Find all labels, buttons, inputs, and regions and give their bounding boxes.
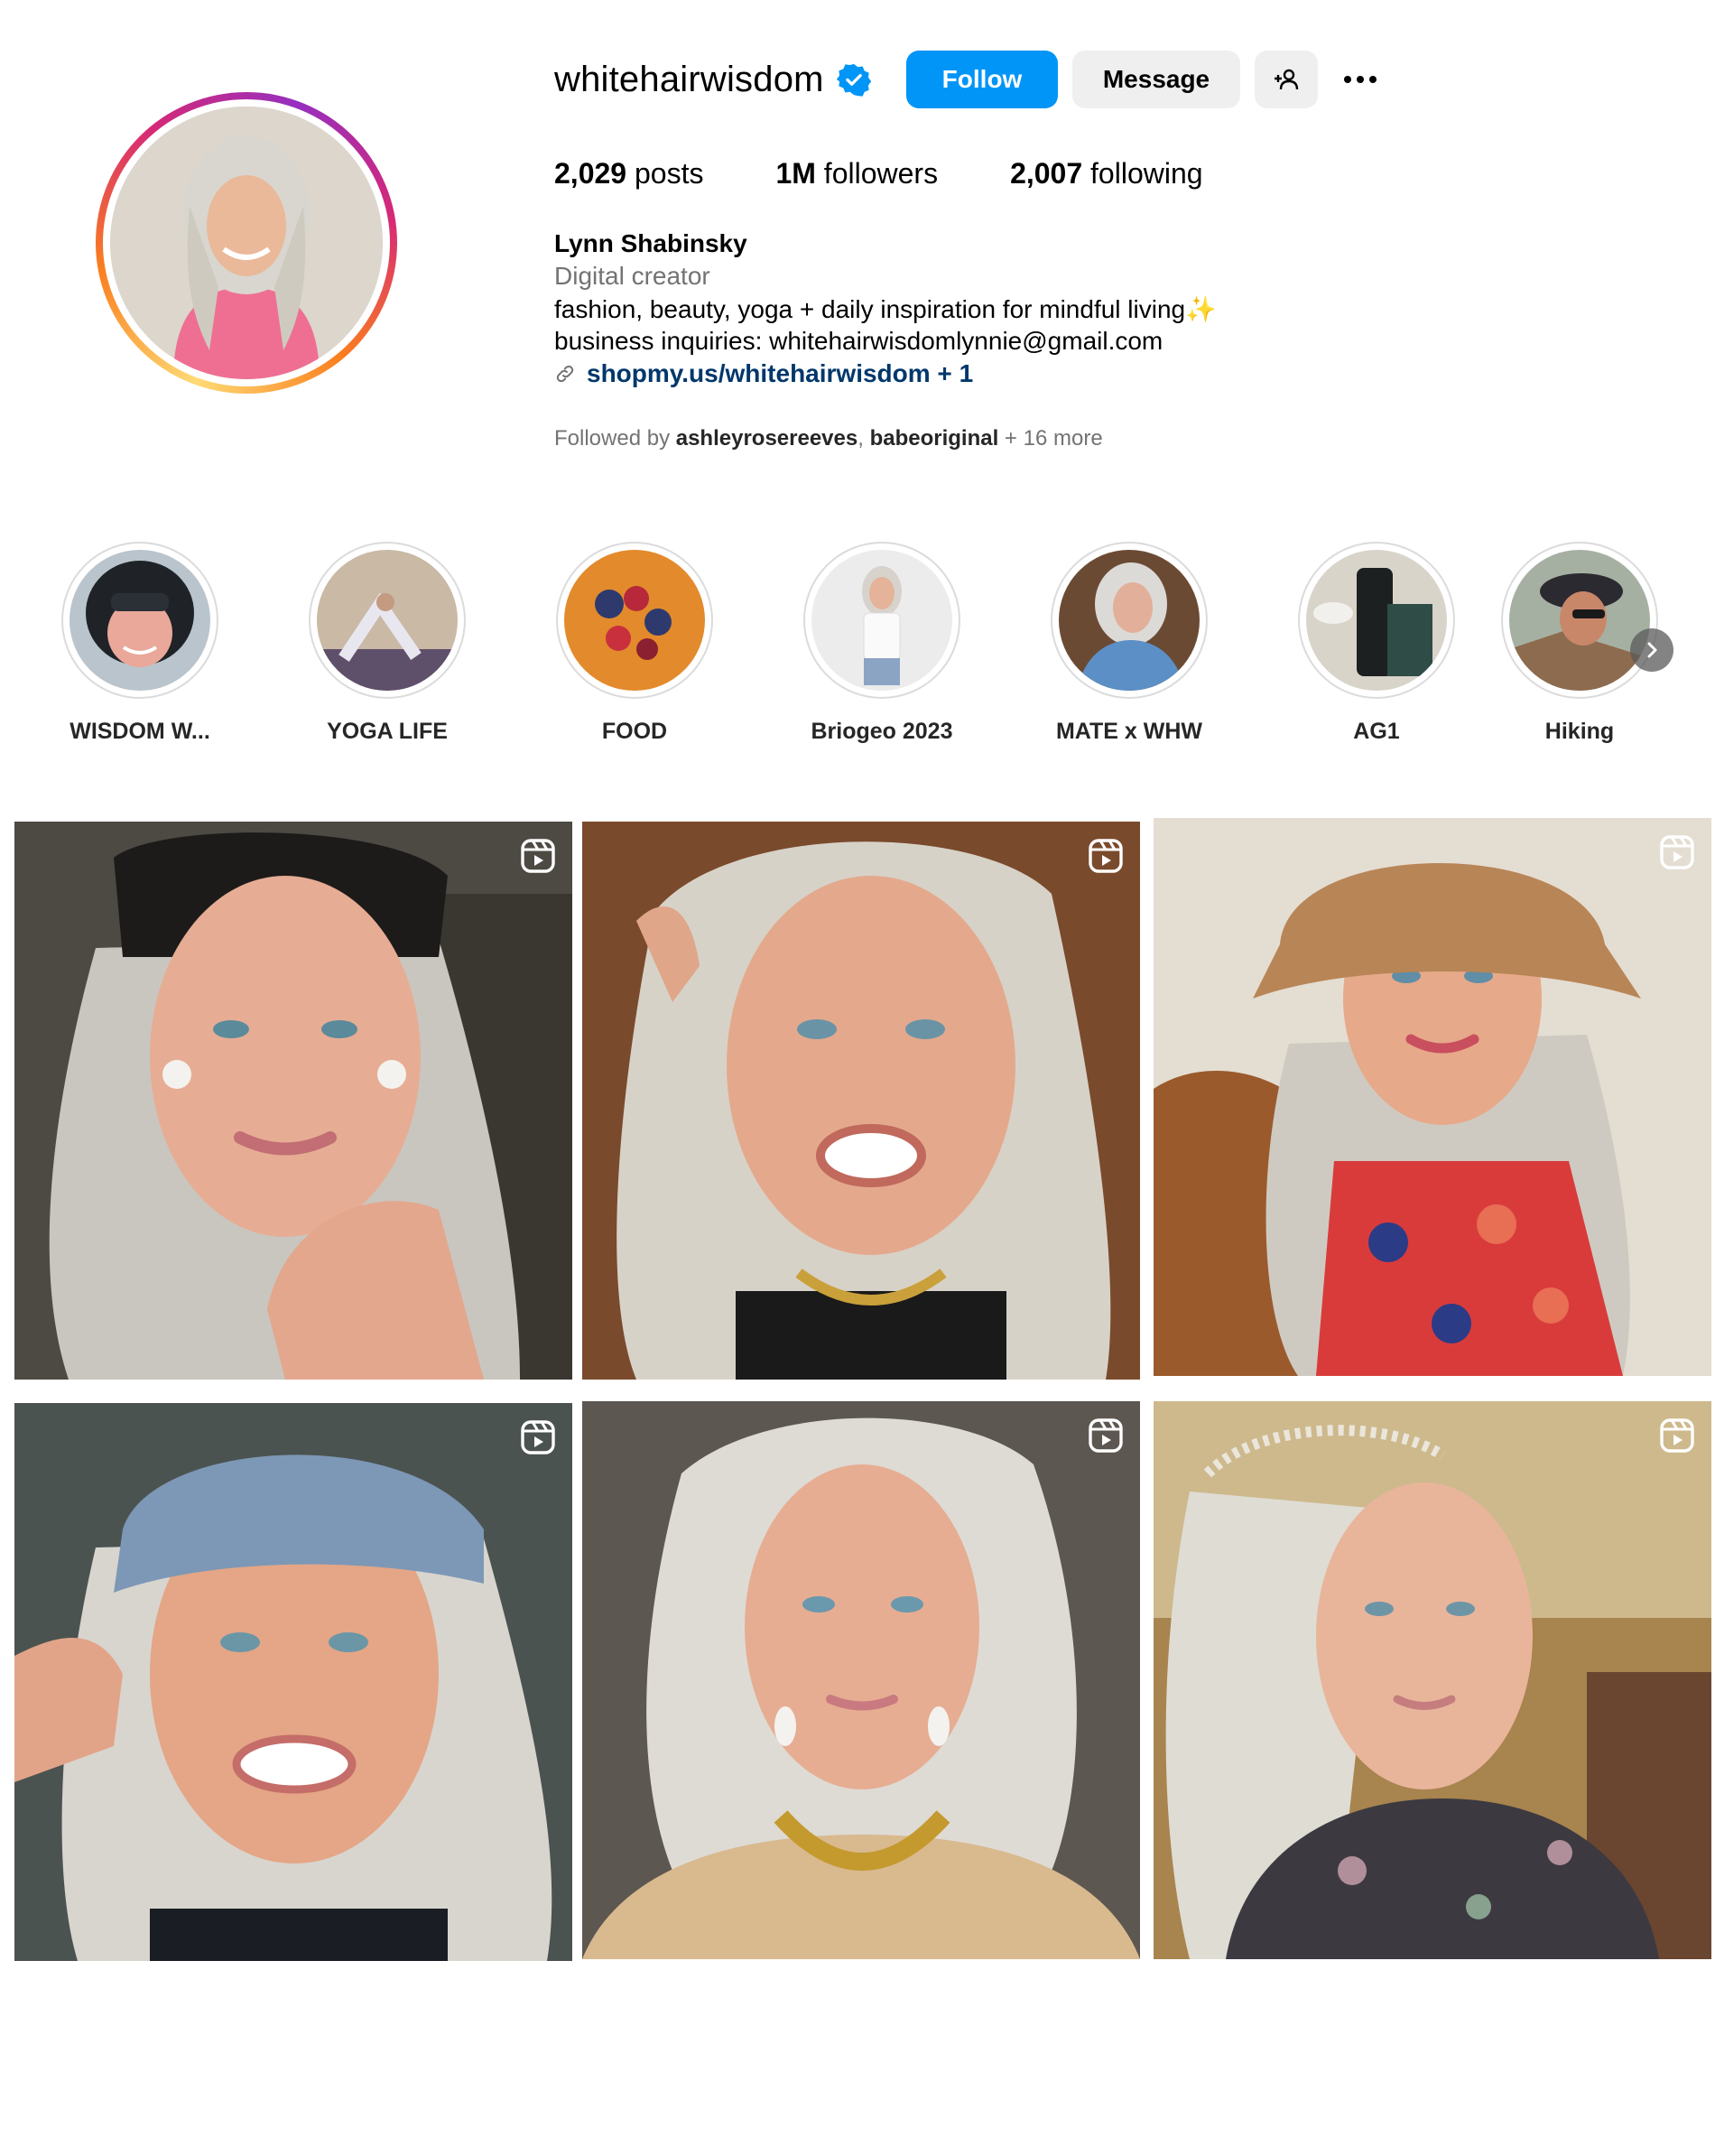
link-text: shopmy.us/whitehairwisdom + 1 [587,359,974,387]
full-name: Lynn Shabinsky [554,229,747,257]
highlight-label: WISDOM W... [70,719,210,744]
highlight-ring [803,542,960,699]
highlight-label: FOOD [601,719,668,744]
add-person-icon [1275,69,1299,90]
post-image [1154,818,1711,1376]
highlight-item[interactable]: WISDOM W... [36,542,244,745]
posts-count: 2,029 [554,157,627,190]
highlight-label: AG1 [1353,719,1400,744]
post-image [14,822,572,1380]
post-tile[interactable] [14,1403,572,1961]
follow-button[interactable]: Follow [906,51,1058,108]
highlight-ring [1298,542,1455,699]
reel-icon [1089,839,1123,873]
followers-stat[interactable]: 1M followers [775,157,938,191]
followed-by-separator: , [858,426,870,451]
highlight-ring [61,542,218,699]
profile-stats: 2,029 posts 1M followers 2,007 following [554,157,1275,191]
highlights-next-button[interactable] [1630,628,1673,672]
highlight-cover [564,550,705,691]
posts-label: posts [626,157,704,190]
highlight-label: Hiking [1544,719,1615,744]
post-tile[interactable] [1154,818,1711,1376]
post-image [1154,1401,1711,1959]
following-stat[interactable]: 2,007 following [1010,157,1202,191]
highlight-cover [1059,550,1200,691]
bio-line-1: fashion, beauty, yoga + daily inspiratio… [554,295,1217,323]
reel-icon [1660,835,1694,869]
highlight-cover [1306,550,1447,691]
followed-by-user: ashleyrosereeves [675,426,858,451]
category-label: Digital creator [554,262,710,290]
followed-by-prefix: Followed by [554,426,676,451]
followed-by[interactable]: Followed by ashleyrosereeves, babeorigin… [554,426,1103,451]
chevron-right-icon [1647,642,1657,658]
avatar [110,107,383,379]
avatar-border [103,99,390,386]
highlight-item[interactable]: AG1 [1273,542,1480,745]
reel-icon [1089,1418,1123,1453]
highlight-ring [1501,542,1658,699]
highlight-label: YOGA LIFE [327,719,448,744]
followers-count: 1M [775,157,816,190]
highlight-item[interactable]: YOGA LIFE [283,542,491,745]
post-tile[interactable] [582,822,1140,1380]
following-count: 2,007 [1010,157,1083,190]
message-button[interactable]: Message [1072,51,1240,108]
highlight-item[interactable]: Briogeo 2023 [778,542,986,745]
post-tile[interactable] [582,1401,1140,1959]
verified-badge-icon [836,63,871,97]
post-image [582,822,1140,1380]
post-image [14,1403,572,1961]
highlight-label: Briogeo 2023 [811,719,953,744]
bio-line-2: business inquiries: whitehairwisdomlynni… [554,327,1163,355]
username-row: whitehairwisdom [554,51,871,108]
following-label: following [1082,157,1203,190]
suggested-accounts-button[interactable] [1255,51,1318,108]
followed-by-suffix: + 16 more [998,426,1103,451]
highlight-item[interactable]: MATE x WHW [1025,542,1233,745]
highlight-ring [556,542,713,699]
profile-avatar-ring[interactable] [96,92,397,394]
followers-label: followers [815,157,939,190]
highlight-ring [309,542,466,699]
highlight-cover [317,550,458,691]
highlight-cover [811,550,952,691]
highlight-cover [70,550,210,691]
more-options-icon[interactable] [1338,63,1383,96]
username: whitehairwisdom [554,59,824,99]
highlight-item[interactable]: FOOD [531,542,738,745]
highlight-ring [1051,542,1208,699]
post-image [582,1401,1140,1959]
profile-link[interactable]: shopmy.us/whitehairwisdom + 1 [554,359,973,388]
reel-icon [521,839,555,873]
highlight-cover [1509,550,1650,691]
post-tile[interactable] [1154,1401,1711,1959]
reel-icon [1660,1418,1694,1453]
reel-icon [521,1420,555,1454]
highlight-label: MATE x WHW [1055,719,1202,744]
post-tile[interactable] [14,822,572,1380]
posts-stat[interactable]: 2,029 posts [554,157,703,191]
followed-by-user: babeoriginal [869,426,999,451]
link-icon [556,365,574,383]
